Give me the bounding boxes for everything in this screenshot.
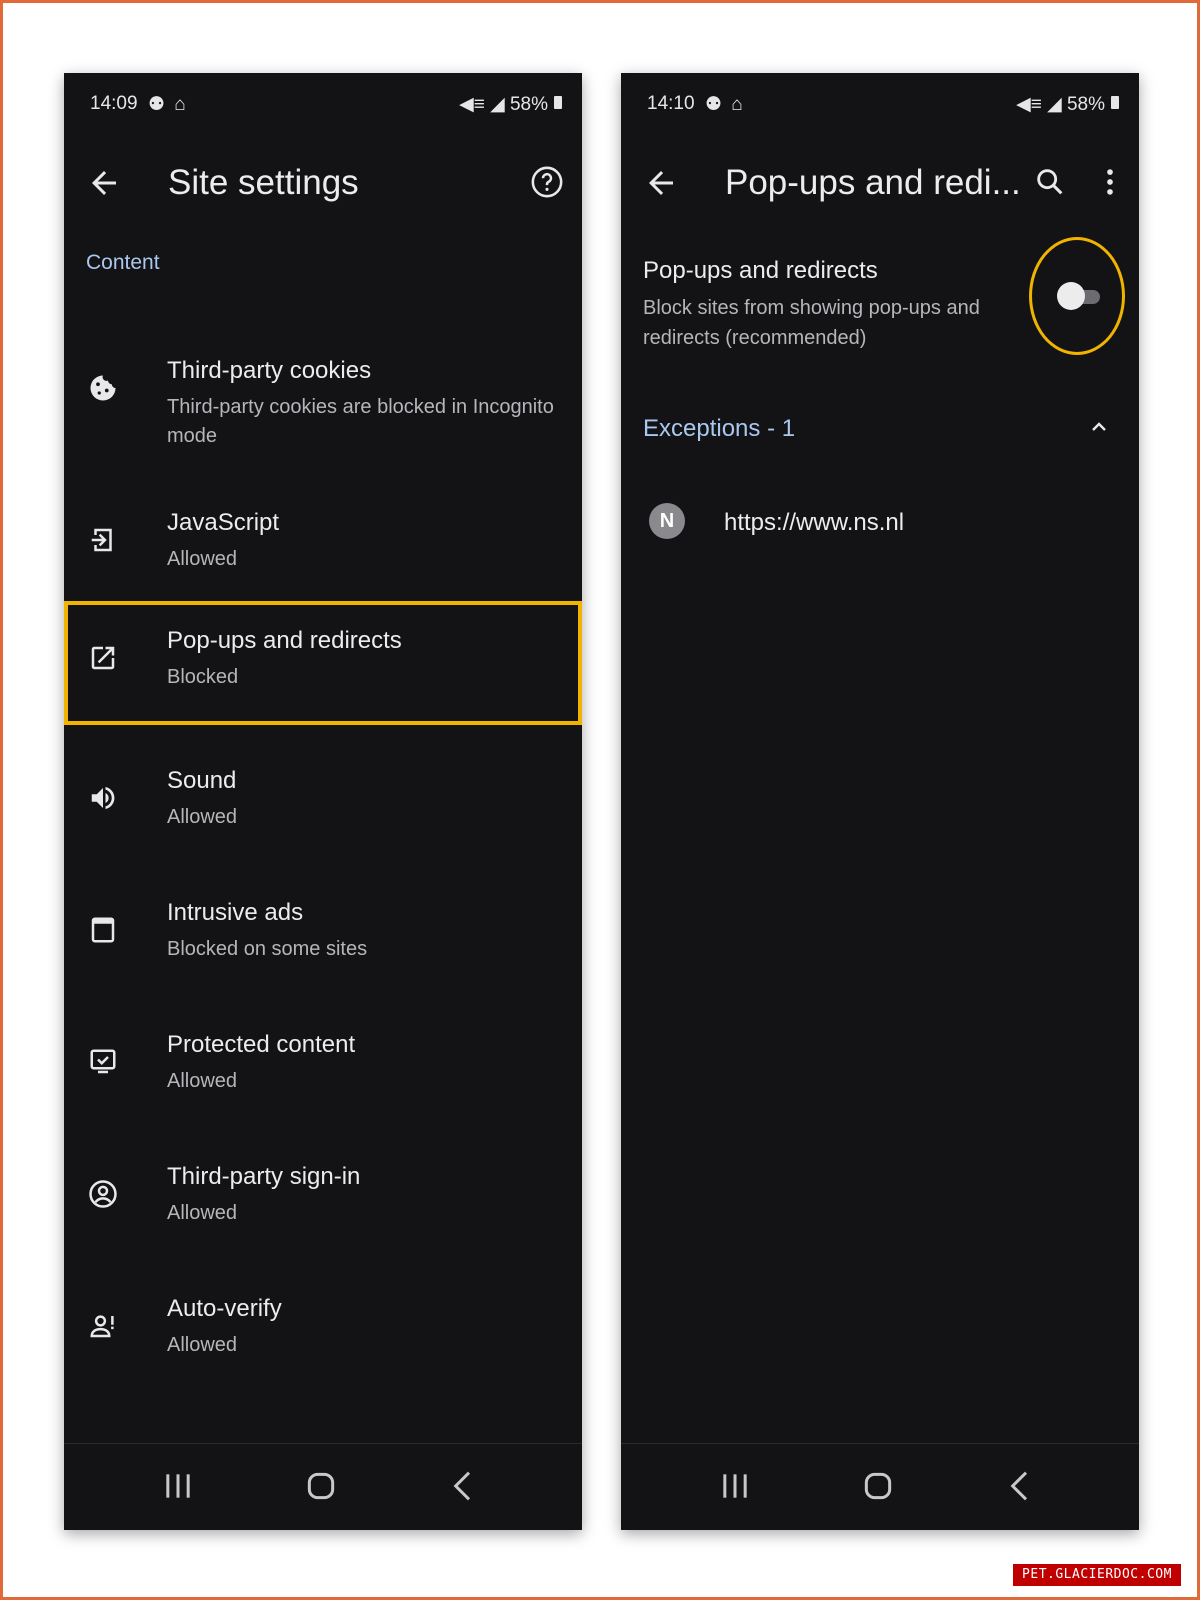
more-vert-icon[interactable] — [1103, 165, 1117, 199]
exceptions-header[interactable]: Exceptions - 1 — [643, 415, 795, 443]
settings-item-protected-content[interactable]: Protected content Allowed — [64, 1005, 582, 1129]
page-title: Site settings — [168, 163, 359, 202]
app-bar: Pop-ups and redi... — [621, 131, 1139, 241]
chevron-up-icon[interactable] — [1087, 415, 1111, 439]
highlight-circle — [1029, 237, 1125, 355]
settings-item-javascript[interactable]: JavaScript Allowed — [64, 483, 582, 607]
item-subtitle: Third-party cookies are blocked in Incog… — [167, 396, 554, 447]
home-icon[interactable] — [301, 1466, 341, 1506]
settings-item-intrusive-ads[interactable]: Intrusive ads Blocked on some sites — [64, 873, 582, 997]
cookie-icon — [90, 375, 116, 401]
recent-apps-icon[interactable] — [715, 1466, 755, 1506]
settings-item-popups-and-redirects[interactable]: Pop-ups and redirects Blocked — [64, 601, 582, 725]
auto-verify-icon — [90, 1315, 114, 1338]
item-label: Pop-ups and redirects — [167, 627, 402, 654]
item-label: Sound — [167, 767, 237, 794]
status-bar: 14:10 ⚉ ⌂ ◀≡ ◢ 58% — [621, 73, 1139, 131]
volume-icon — [91, 787, 115, 809]
item-subtitle: Allowed — [167, 1070, 238, 1092]
settings-item-sound[interactable]: Sound Allowed — [64, 741, 582, 865]
preference-subtitle: Block sites from showing pop-ups and red… — [643, 297, 980, 349]
status-bar: 14:09 ⚉ ⌂ ◀≡ ◢ 58% — [64, 73, 582, 131]
item-subtitle: Allowed — [167, 1334, 238, 1356]
item-label: Auto-verify — [167, 1295, 282, 1322]
phone-screen-site-settings: 14:09 ⚉ ⌂ ◀≡ ◢ 58% Site settings Content… — [64, 73, 582, 1530]
status-time: 14:10 — [647, 93, 695, 114]
back-nav-icon[interactable] — [444, 1466, 484, 1506]
search-icon[interactable] — [1033, 165, 1067, 199]
ads-icon — [91, 917, 115, 943]
back-arrow-icon[interactable] — [86, 165, 122, 201]
site-favicon: N — [649, 503, 685, 539]
site-url: https://www.ns.nl — [724, 509, 905, 536]
battery-icon — [1111, 96, 1119, 109]
item-label: Protected content — [167, 1031, 356, 1058]
recent-apps-icon[interactable] — [158, 1466, 198, 1506]
exception-site-row[interactable]: N https://www.ns.nl — [621, 481, 1139, 565]
back-arrow-icon[interactable] — [643, 165, 679, 201]
notification-icons: ⚉ ⌂ — [148, 94, 188, 115]
item-label: JavaScript — [167, 509, 280, 536]
item-label: Third-party cookies — [167, 357, 372, 384]
settings-item-auto-verify[interactable]: Auto-verify Allowed — [64, 1269, 582, 1393]
item-subtitle: Blocked — [167, 666, 239, 688]
account-circle-icon — [89, 1180, 117, 1208]
item-subtitle: Blocked on some sites — [167, 938, 368, 960]
settings-item-third-party-sign-in[interactable]: Third-party sign-in Allowed — [64, 1137, 582, 1261]
protected-content-icon — [90, 1049, 116, 1074]
page-title: Pop-ups and redi... — [725, 163, 1021, 202]
settings-item-third-party-cookies[interactable]: Third-party cookies Third-party cookies … — [64, 331, 582, 455]
item-label: Intrusive ads — [167, 899, 304, 926]
item-subtitle: Allowed — [167, 1202, 238, 1224]
watermark: PET.GLACIERDOC.COM — [1013, 1564, 1181, 1586]
item-label: Third-party sign-in — [167, 1163, 361, 1190]
battery-icon — [554, 96, 562, 109]
status-time: 14:09 — [90, 93, 138, 114]
back-nav-icon[interactable] — [1001, 1466, 1041, 1506]
preference-title: Pop-ups and redirects — [643, 257, 878, 284]
system-status: ◀≡ ◢ 58% — [459, 94, 548, 115]
toggle-thumb[interactable] — [1057, 282, 1085, 310]
javascript-icon — [91, 528, 112, 552]
section-header-content: Content — [86, 251, 160, 274]
app-bar: Site settings — [64, 131, 582, 241]
item-subtitle: Allowed — [167, 806, 238, 828]
notification-icons: ⚉ ⌂ — [705, 94, 745, 115]
help-icon[interactable] — [530, 165, 564, 199]
system-nav-bar — [621, 1444, 1139, 1530]
phone-screen-popups-and-redirects: 14:10 ⚉ ⌂ ◀≡ ◢ 58% Pop-ups and redi... P… — [621, 73, 1139, 1530]
open-in-new-icon — [91, 646, 115, 670]
home-icon[interactable] — [858, 1466, 898, 1506]
item-subtitle: Allowed — [167, 548, 238, 570]
system-nav-bar — [64, 1444, 582, 1530]
system-status: ◀≡ ◢ 58% — [1016, 94, 1105, 115]
